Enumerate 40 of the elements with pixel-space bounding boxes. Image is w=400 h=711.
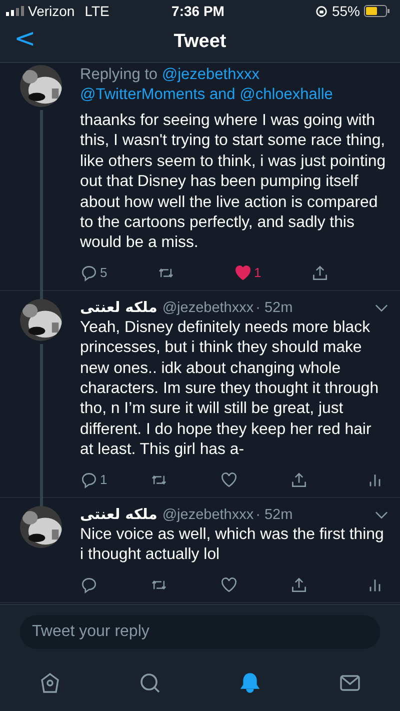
network-type: LTE	[84, 3, 110, 19]
heart-icon[interactable]	[234, 264, 252, 282]
comment-icon[interactable]	[80, 470, 98, 489]
user-name: ملكه لعنتى	[80, 506, 158, 524]
tweet-text: thaanks for seeing where I was going with this, I wasn't trying to start some race thing, like others seem to think, i was just pointing out that Disney has been pumping itself about how well the live action is compared to the cartoons perfectly, and sadly this would be a miss.	[80, 111, 387, 254]
header-title: Tweet	[174, 31, 226, 53]
heart-icon[interactable]	[220, 576, 238, 594]
battery-percent: 55%	[332, 3, 360, 19]
mention-link[interactable]: @chloexhalle	[240, 86, 333, 103]
comment-icon[interactable]	[80, 264, 98, 282]
reply-field[interactable]: Tweet your reply	[20, 615, 380, 649]
chevron-down-icon[interactable]	[375, 510, 388, 519]
signal-icon	[6, 6, 24, 16]
home-icon	[38, 671, 62, 695]
mention-link[interactable]: @TwitterMoments	[80, 86, 206, 103]
share-icon[interactable]	[290, 576, 308, 594]
chevron-down-icon[interactable]	[375, 304, 388, 312]
mention-link[interactable]: @jezebethxxx	[162, 66, 260, 83]
rotation-lock-icon	[314, 4, 328, 18]
back-button[interactable]: <	[10, 24, 40, 54]
replying-to-text: Replying to @jezebethxxx @TwitterMoments and @chloexhalle	[80, 65, 334, 105]
user-handle: @jezebethxxx	[162, 506, 254, 524]
heart-icon[interactable]	[220, 470, 238, 489]
bell-icon	[238, 671, 262, 695]
user-handle: @jezebethxxx	[162, 298, 254, 317]
share-icon[interactable]	[290, 470, 308, 489]
battery-icon	[364, 5, 390, 17]
reply-count: 1	[100, 472, 108, 488]
status-time: 7:36 PM	[172, 3, 224, 19]
tweet-time: · 52m	[256, 298, 293, 317]
comment-icon[interactable]	[80, 576, 98, 594]
user-name: ملكه لعنتى	[80, 298, 158, 317]
carrier-name: Verizon	[28, 3, 75, 19]
reply-count: 5	[100, 265, 108, 280]
tweet-time: · 52m	[256, 506, 293, 524]
tweet-text: Yeah, Disney definitely needs more black princesses, but i think they should make new ones.. idk about changing whole characters. Im sure they thought it through tho, n I’m sure it will still be great, just different. I do hope they keep her red hair at least. This girl has a-	[80, 318, 380, 460]
like-count: 1	[254, 265, 262, 280]
share-icon[interactable]	[311, 264, 329, 282]
search-icon	[138, 671, 162, 695]
tweet-text: Nice voice as well, which was the first thing i thought actually lol	[80, 524, 385, 566]
